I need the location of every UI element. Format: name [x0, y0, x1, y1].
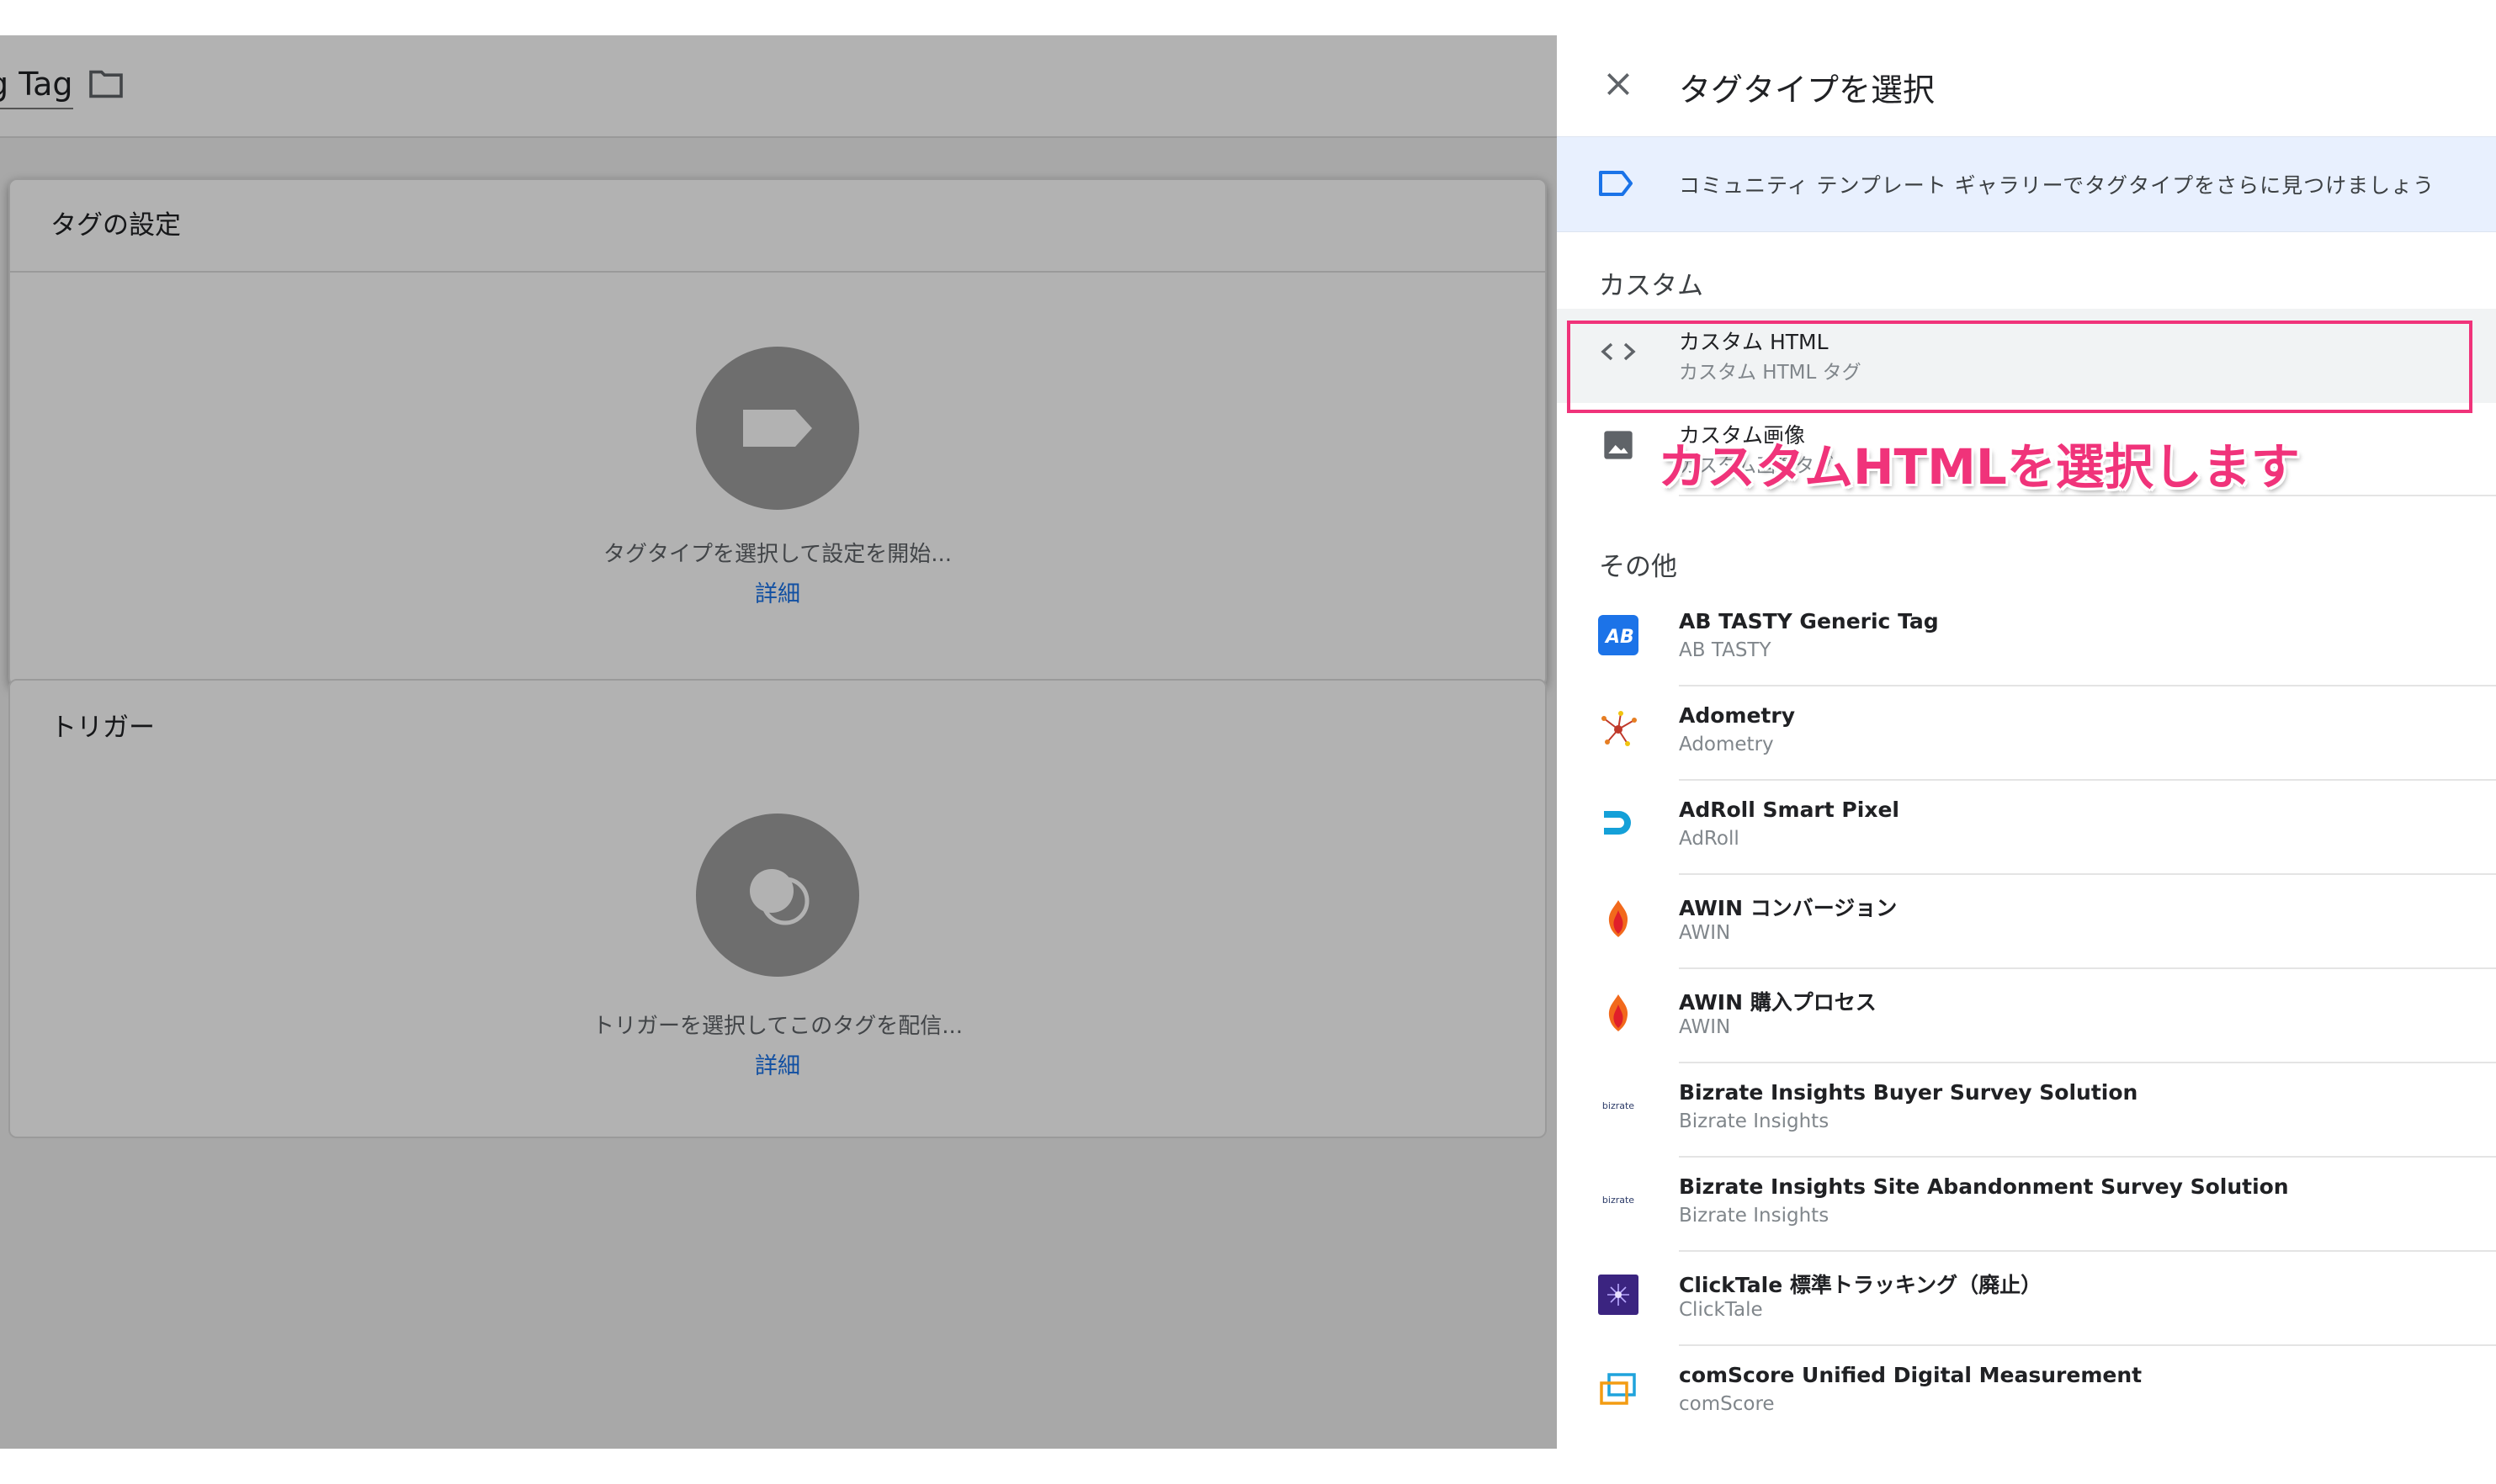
panel-title: タグタイプを選択	[1679, 72, 1936, 109]
tag-icon	[1597, 169, 1634, 201]
item-subtitle: AB TASTY	[1679, 639, 1771, 661]
tag-type-selector-panel: タグタイプを選択 コミュニティ テンプレート ギャラリーでタグタイプをさらに見つ…	[1557, 35, 2496, 1449]
svg-text:AB: AB	[1604, 627, 1634, 648]
banner-text: コミュニティ テンプレート ギャラリーでタグタイプをさらに見つけましょう	[1679, 173, 2435, 198]
bizrate-logo-icon: bizrate	[1596, 1084, 1641, 1129]
item-subtitle: AWIN	[1679, 1016, 1731, 1038]
item-title: AWIN コンバージョン	[1679, 896, 1898, 920]
list-item-adometry[interactable]: Adometry Adometry	[1557, 686, 2496, 781]
item-subtitle: Bizrate Insights	[1679, 1205, 1830, 1227]
item-subtitle: AdRoll	[1679, 828, 1739, 850]
list-item-clicktale[interactable]: ClickTale 標準トラッキング（廃止） ClickTale	[1557, 1252, 2496, 1346]
modal-scrim[interactable]	[0, 35, 1557, 1449]
close-icon[interactable]	[1601, 67, 1635, 104]
item-title: AWIN 購入プロセス	[1679, 990, 1877, 1015]
item-subtitle: comScore	[1679, 1393, 1775, 1415]
image-icon	[1596, 422, 1641, 468]
list-item-bizrate-site-abandonment[interactable]: bizrate Bizrate Insights Site Abandonmen…	[1557, 1158, 2496, 1252]
bizrate-logo-text: bizrate	[1602, 1100, 1634, 1111]
list-item-awin-conversion[interactable]: AWIN コンバージョン AWIN	[1557, 875, 2496, 969]
list-item-comscore[interactable]: comScore Unified Digital Measurement com…	[1557, 1346, 2496, 1440]
section-heading-other: その他	[1599, 552, 1677, 582]
item-title: ClickTale 標準トラッキング（廃止）	[1679, 1273, 2042, 1297]
item-title: Adometry	[1679, 703, 1796, 728]
awin-logo-icon	[1596, 989, 1641, 1035]
item-title: Bizrate Insights Buyer Survey Solution	[1679, 1080, 2138, 1105]
section-heading-custom: カスタム	[1599, 271, 1703, 301]
adometry-logo-icon	[1596, 707, 1641, 752]
item-subtitle: ClickTale	[1679, 1299, 1763, 1321]
item-subtitle: AWIN	[1679, 922, 1731, 944]
clicktale-logo-icon	[1596, 1272, 1641, 1317]
list-item-ab-tasty[interactable]: AB AB TASTY Generic Tag AB TASTY	[1557, 592, 2496, 686]
item-title: AdRoll Smart Pixel	[1679, 798, 1899, 822]
abtasty-logo-icon: AB	[1596, 612, 1641, 658]
adroll-logo-icon	[1596, 801, 1641, 846]
item-subtitle: Adometry	[1679, 734, 1774, 755]
community-gallery-banner[interactable]: コミュニティ テンプレート ギャラリーでタグタイプをさらに見つけましょう	[1557, 136, 2496, 232]
annotation-highlight-box	[1567, 321, 2472, 413]
list-item-adroll[interactable]: AdRoll Smart Pixel AdRoll	[1557, 781, 2496, 875]
comscore-logo-icon	[1596, 1366, 1641, 1412]
annotation-callout: カスタムHTMLを選択します	[1658, 438, 2300, 496]
bizrate-logo-text: bizrate	[1602, 1195, 1634, 1206]
list-item-awin-purchase[interactable]: AWIN 購入プロセス AWIN	[1557, 969, 2496, 1063]
item-title: AB TASTY Generic Tag	[1679, 609, 1939, 633]
item-subtitle: Bizrate Insights	[1679, 1110, 1830, 1132]
bizrate-logo-icon: bizrate	[1596, 1178, 1641, 1223]
item-title: Bizrate Insights Site Abandonment Survey…	[1679, 1174, 2289, 1199]
list-item-bizrate-buyer-survey[interactable]: bizrate Bizrate Insights Buyer Survey So…	[1557, 1063, 2496, 1158]
window-bottom-strip	[0, 1449, 2496, 1484]
awin-logo-icon	[1596, 895, 1641, 941]
item-title: comScore Unified Digital Measurement	[1679, 1363, 2143, 1387]
